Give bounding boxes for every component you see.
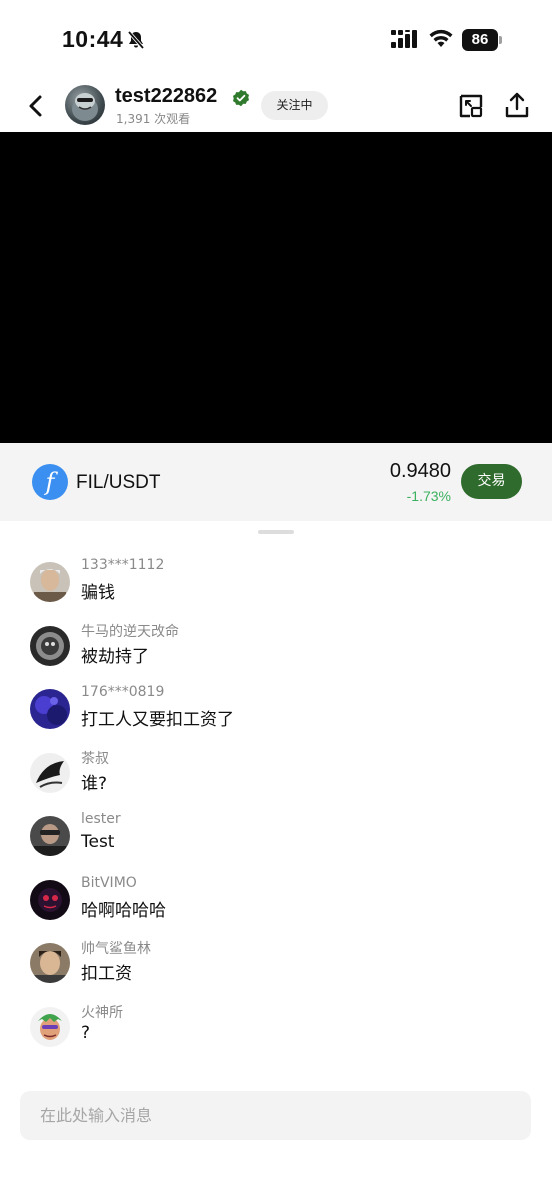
chat-message: lester Test: [0, 811, 552, 873]
verified-badge-icon: [232, 89, 250, 111]
user-avatar[interactable]: [30, 1007, 70, 1047]
chat-message: BitVIMO 哈啊哈哈哈: [0, 875, 552, 937]
chat-message: 帅气鲨鱼林 扣工资: [0, 938, 552, 1000]
chat-text: 谁?: [81, 774, 108, 794]
picture-in-picture-icon[interactable]: [458, 93, 484, 123]
chat-username: 176***0819: [81, 684, 165, 700]
user-avatar[interactable]: [30, 626, 70, 666]
live-video-player[interactable]: [0, 132, 552, 443]
drag-handle[interactable]: [258, 530, 294, 534]
chat-text: ?: [81, 1023, 91, 1043]
status-bar: 10:44 86: [0, 0, 552, 80]
streamer-avatar[interactable]: [65, 85, 105, 125]
chat-text: 骗钱: [81, 583, 115, 603]
price-change: -1.73%: [406, 488, 451, 504]
trade-button[interactable]: 交易: [461, 464, 522, 499]
user-avatar[interactable]: [30, 562, 70, 602]
user-avatar[interactable]: [30, 689, 70, 729]
message-input[interactable]: [20, 1091, 531, 1140]
user-avatar[interactable]: [30, 753, 70, 793]
chat-username: 帅气鲨鱼林: [81, 941, 151, 957]
chat-username: 茶叔: [81, 751, 109, 767]
following-button[interactable]: 关注中: [261, 91, 328, 120]
user-avatar[interactable]: [30, 816, 70, 856]
wifi-icon: [428, 29, 454, 53]
chat-username: lester: [81, 811, 121, 827]
chat-message: 火神所 ?: [0, 1002, 552, 1064]
viewer-count: 1,391 次观看: [116, 112, 191, 126]
stream-header: test222862 1,391 次观看 关注中: [0, 80, 552, 132]
chat-text: Test: [81, 832, 115, 852]
chat-message: 茶叔 谁?: [0, 748, 552, 810]
user-avatar[interactable]: [30, 880, 70, 920]
battery-tip: [499, 36, 502, 44]
status-time: 10:44: [62, 26, 124, 52]
chat-text: 被劫持了: [81, 647, 149, 667]
cellular-signal-icon: [391, 30, 421, 54]
chat-message: 牛马的逆天改命 被劫持了: [0, 621, 552, 683]
chat-username: 火神所: [81, 1005, 123, 1021]
chat-text: 哈啊哈哈哈: [81, 901, 166, 921]
bell-muted-icon: [126, 30, 146, 54]
streamer-username[interactable]: test222862: [115, 85, 217, 108]
user-avatar[interactable]: [30, 943, 70, 983]
chat-text: 打工人又要扣工资了: [81, 710, 234, 730]
chat-message: 176***0819 打工人又要扣工资了: [0, 684, 552, 746]
back-chevron-icon[interactable]: [24, 92, 48, 120]
share-icon[interactable]: [504, 91, 530, 123]
trading-pair-label[interactable]: FIL/USDT: [76, 472, 160, 494]
pair-price: 0.9480: [389, 460, 451, 482]
battery-indicator: 86: [462, 29, 498, 51]
chat-username: 牛马的逆天改命: [81, 624, 179, 640]
chat-username: 133***1112: [81, 557, 165, 573]
trading-pair-bar: f FIL/USDT 0.9480 -1.73% 交易: [0, 443, 552, 521]
filecoin-icon: f: [32, 464, 68, 500]
chat-text: 扣工资: [81, 964, 132, 984]
chat-username: BitVIMO: [81, 875, 137, 891]
chat-message: 133***1112 骗钱: [0, 557, 552, 619]
